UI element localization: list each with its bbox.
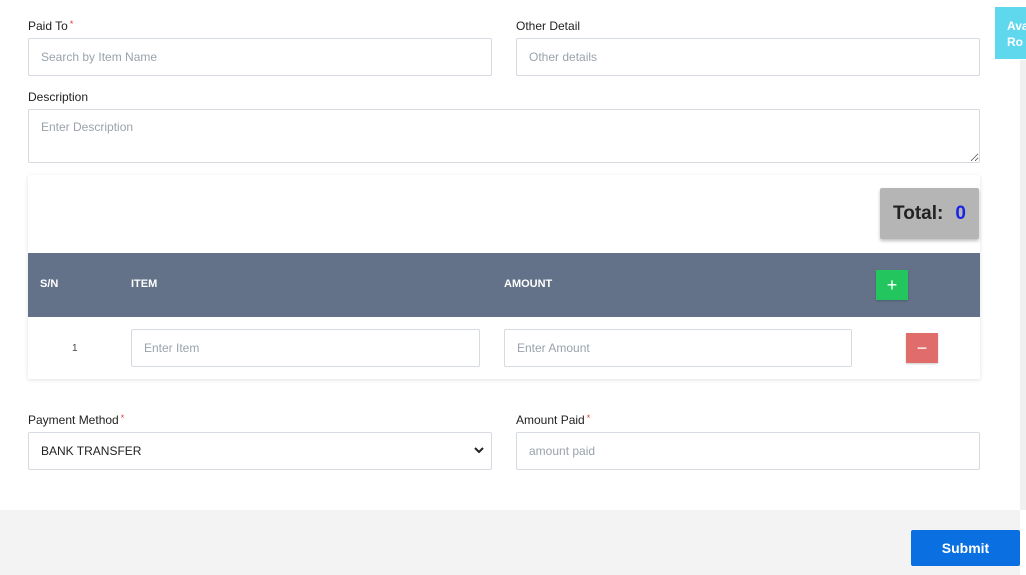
amount-paid-label: Amount Paid *: [516, 413, 591, 427]
side-tab[interactable]: Ava Ro: [995, 7, 1026, 59]
description-textarea[interactable]: [28, 109, 980, 163]
row-sn: 1: [72, 343, 78, 354]
column-header-amount: AMOUNT: [504, 278, 553, 290]
items-card: Total: 0 S/N ITEM AMOUNT + 1 −: [28, 175, 980, 379]
remove-row-button[interactable]: −: [906, 333, 938, 363]
paid-to-label: Paid To *: [28, 19, 74, 33]
scrollbar[interactable]: [1020, 60, 1026, 510]
item-input[interactable]: [131, 329, 480, 367]
footer-bar: [0, 510, 1020, 575]
column-header-sn: S/N: [40, 278, 59, 290]
total-value: 0: [955, 202, 966, 224]
total-label: Total:: [893, 202, 944, 224]
other-detail-label: Other Detail: [516, 19, 581, 33]
side-tab-line2: Ro: [1007, 35, 1023, 49]
amount-input[interactable]: [504, 329, 852, 367]
payment-method-select[interactable]: BANK TRANSFER: [28, 432, 492, 470]
amount-paid-input[interactable]: [516, 432, 980, 470]
paid-to-input[interactable]: [28, 38, 492, 76]
submit-button[interactable]: Submit: [911, 530, 1020, 566]
description-label: Description: [28, 90, 89, 104]
add-row-button[interactable]: +: [876, 270, 908, 300]
column-header-item: ITEM: [131, 278, 158, 290]
payment-method-label: Payment Method *: [28, 413, 125, 427]
required-mark: *: [69, 19, 74, 29]
items-table-header: S/N ITEM AMOUNT +: [28, 253, 980, 317]
required-mark: *: [586, 413, 591, 423]
total-box: Total: 0: [880, 188, 979, 239]
required-mark: *: [120, 413, 125, 423]
payment-method-value: BANK TRANSFER: [41, 444, 142, 458]
other-detail-input[interactable]: [516, 38, 980, 76]
chevron-down-icon: [473, 433, 485, 483]
side-tab-line1: Ava: [1007, 19, 1026, 33]
